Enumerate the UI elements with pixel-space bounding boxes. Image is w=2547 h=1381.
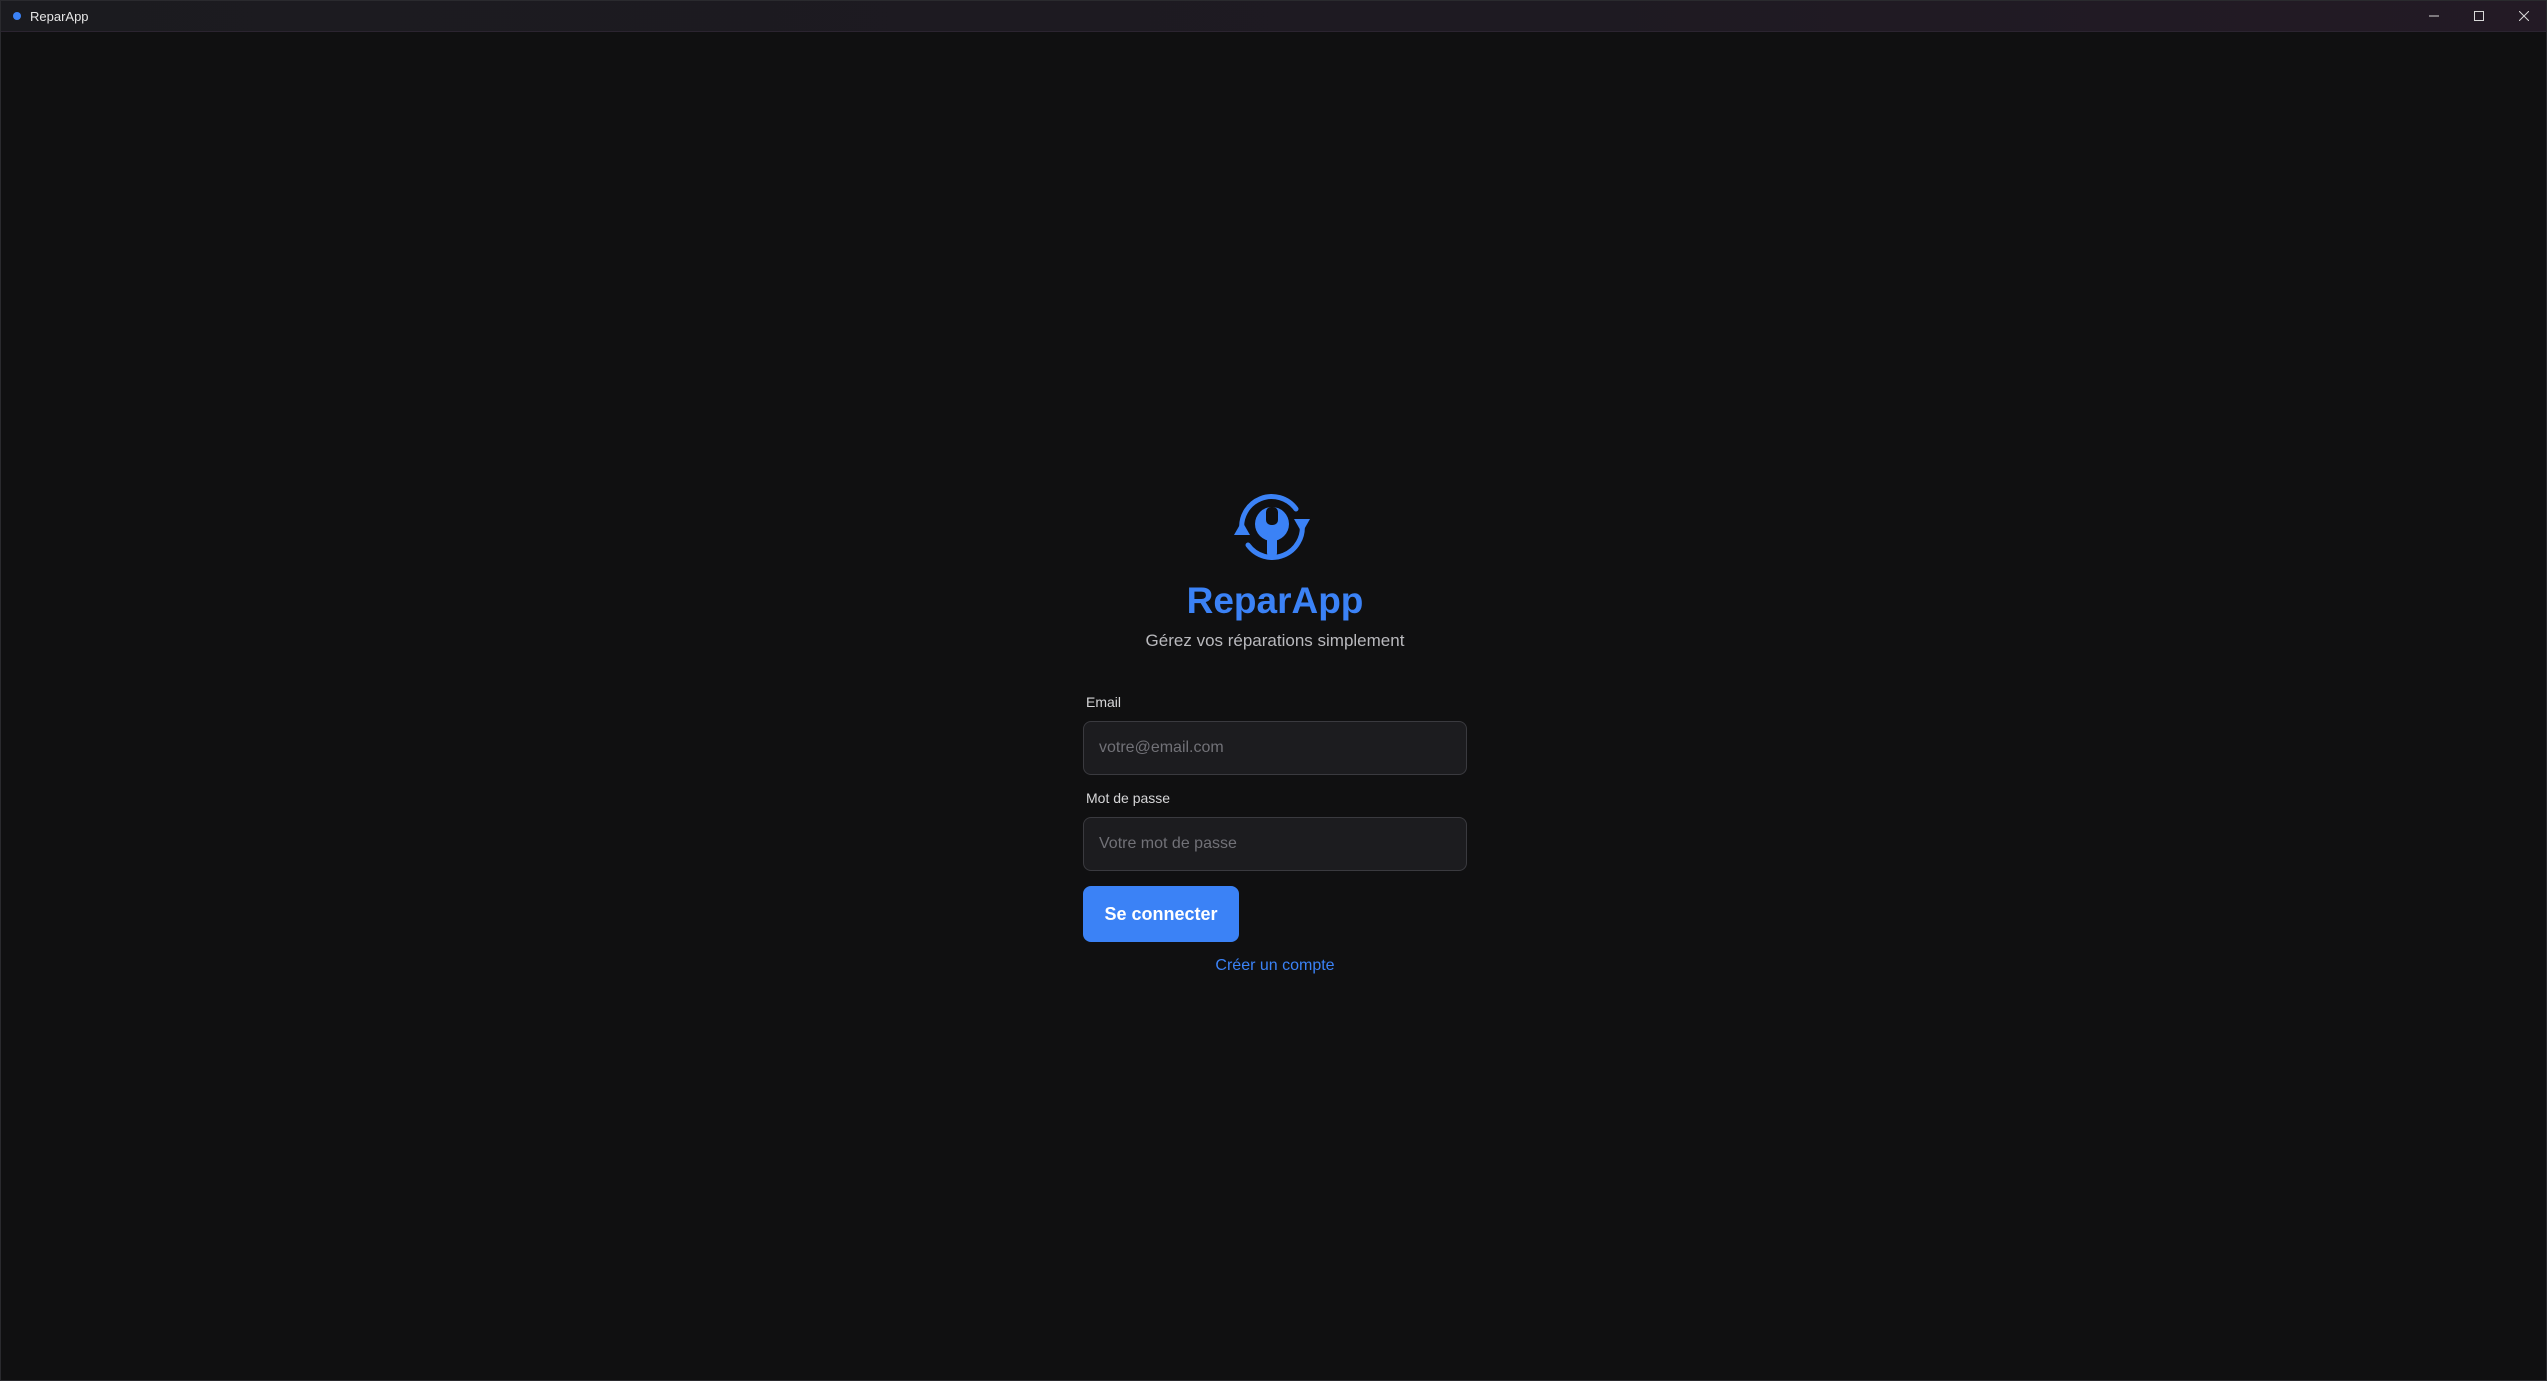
- create-account-link[interactable]: Créer un compte: [1083, 957, 1467, 975]
- maximize-button[interactable]: [2456, 1, 2501, 31]
- email-field[interactable]: [1083, 721, 1467, 775]
- app-name: ReparApp: [1186, 580, 1364, 621]
- login-button[interactable]: Se connecter: [1083, 886, 1239, 942]
- password-field[interactable]: [1083, 817, 1467, 871]
- app-content: ReparApp Gérez vos réparations simplemen…: [1, 32, 2546, 1380]
- title-bar[interactable]: ReparApp: [1, 1, 2546, 32]
- window-controls: [2411, 1, 2546, 31]
- minimize-icon: [2428, 15, 2439, 17]
- password-label: Mot de passe: [1086, 790, 1171, 806]
- wrench-refresh-icon: [1234, 494, 1310, 560]
- email-label: Email: [1086, 694, 1122, 710]
- app-window: ReparApp ReparApp Gérez vos réparations …: [0, 0, 2547, 1381]
- close-icon: [2518, 11, 2529, 21]
- window-title: ReparApp: [30, 8, 89, 24]
- app-tagline: Gérez vos réparations simplement: [1145, 631, 1405, 650]
- close-button[interactable]: [2501, 1, 2546, 31]
- minimize-button[interactable]: [2411, 1, 2456, 31]
- maximize-icon: [2473, 11, 2484, 21]
- app-icon: [13, 12, 21, 20]
